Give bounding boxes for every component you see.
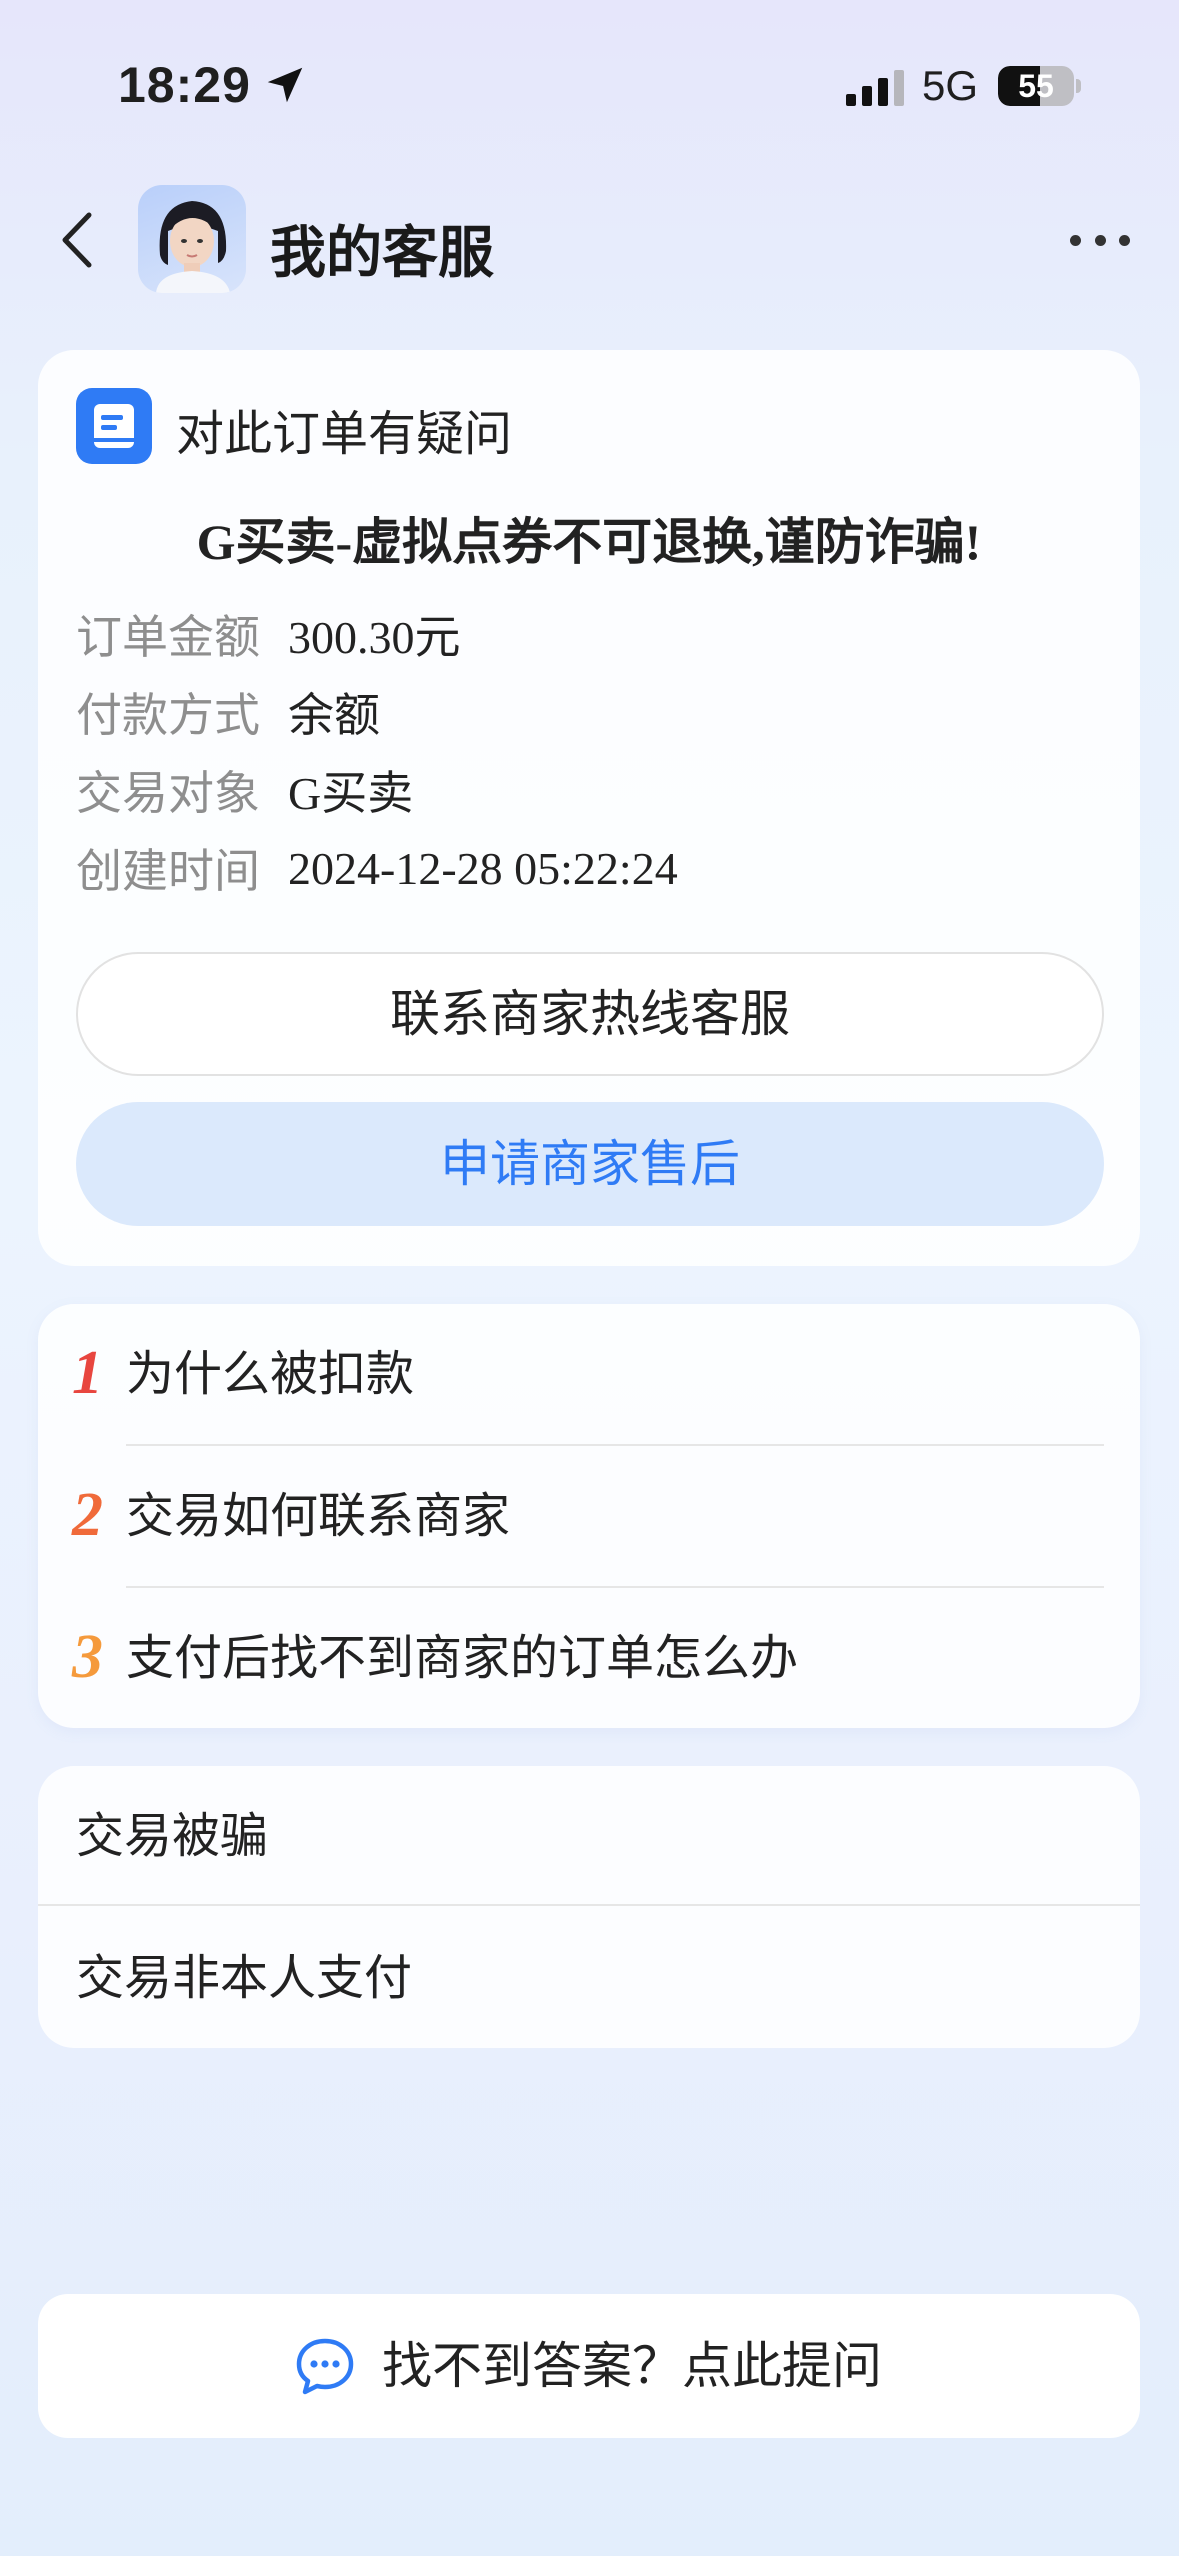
- document-icon: [76, 388, 152, 464]
- detail-row-payment-method: 付款方式 余额: [76, 682, 380, 742]
- more-button[interactable]: [1070, 220, 1130, 260]
- faq-rank-number: 3: [72, 1623, 103, 1691]
- order-card: 对此订单有疑问 G买卖-虚拟点券不可退换,谨防诈骗! 订单金额 300.30元 …: [38, 350, 1140, 1266]
- topic-label: 交易非本人支付: [76, 1950, 413, 2006]
- back-button[interactable]: [50, 208, 102, 272]
- network-type: 5G: [922, 62, 979, 109]
- detail-label: 创建时间: [76, 844, 260, 898]
- chat-bubble-icon: [296, 2338, 354, 2395]
- ask-question-label: 找不到答案？点此提问: [382, 2337, 882, 2395]
- page-title: 我的客服: [270, 221, 494, 286]
- chevron-left-icon: [62, 212, 92, 268]
- topic-item[interactable]: 交易被骗: [38, 1766, 1140, 1906]
- faq-card: 1 为什么被扣款 2 交易如何联系商家 3 支付后找不到商家的订单怎么办: [38, 1304, 1140, 1728]
- more-dots-icon: [1070, 234, 1081, 246]
- topic-item[interactable]: 交易非本人支付: [38, 1908, 1140, 2048]
- status-time: 18:29: [118, 57, 251, 113]
- contact-merchant-hotline-button[interactable]: 联系商家热线客服: [76, 952, 1104, 1076]
- detail-row-created-time: 创建时间 2024-12-28 05:22:24: [76, 838, 678, 899]
- divider: [38, 1904, 1140, 1906]
- faq-item[interactable]: 2 交易如何联系商家: [38, 1446, 1140, 1586]
- status-bar: 18:29 5G 55: [0, 0, 1179, 175]
- detail-label: 付款方式: [76, 688, 260, 742]
- battery-icon: 55: [998, 66, 1081, 106]
- faq-question: 为什么被扣款: [126, 1346, 415, 1402]
- cellular-signal-icon: [846, 70, 904, 106]
- detail-value: G买卖: [288, 768, 414, 819]
- nav-bar: 我的客服: [0, 180, 1179, 300]
- ask-question-button[interactable]: 找不到答案？点此提问: [38, 2294, 1140, 2438]
- detail-value: 余额: [288, 690, 380, 741]
- detail-value: 2024-12-28 05:22:24: [288, 842, 678, 894]
- faq-rank-number: 2: [72, 1481, 103, 1549]
- avatar[interactable]: [138, 185, 246, 293]
- faq-item[interactable]: 3 支付后找不到商家的订单怎么办: [38, 1588, 1140, 1728]
- battery-level: 55: [1018, 68, 1054, 104]
- faq-item[interactable]: 1 为什么被扣款: [38, 1304, 1140, 1444]
- detail-label: 订单金额: [76, 610, 260, 664]
- location-arrow-icon: [267, 67, 303, 103]
- detail-value: 300.30元: [288, 612, 461, 663]
- detail-row-amount: 订单金额 300.30元: [76, 604, 461, 664]
- order-warning-banner: G买卖-虚拟点券不可退换,谨防诈骗!: [196, 514, 982, 570]
- faq-question: 支付后找不到商家的订单怎么办: [126, 1630, 799, 1686]
- apply-aftersale-button[interactable]: 申请商家售后: [76, 1102, 1104, 1226]
- detail-label: 交易对象: [76, 766, 260, 820]
- assistant-avatar-icon: [156, 201, 230, 293]
- topic-card: 交易被骗 交易非本人支付: [38, 1766, 1140, 2048]
- detail-row-counterparty: 交易对象 G买卖: [76, 760, 413, 820]
- topic-label: 交易被骗: [76, 1808, 269, 1864]
- faq-rank-number: 1: [72, 1339, 103, 1407]
- order-question-title: 对此订单有疑问: [176, 406, 513, 462]
- faq-question: 交易如何联系商家: [126, 1488, 511, 1544]
